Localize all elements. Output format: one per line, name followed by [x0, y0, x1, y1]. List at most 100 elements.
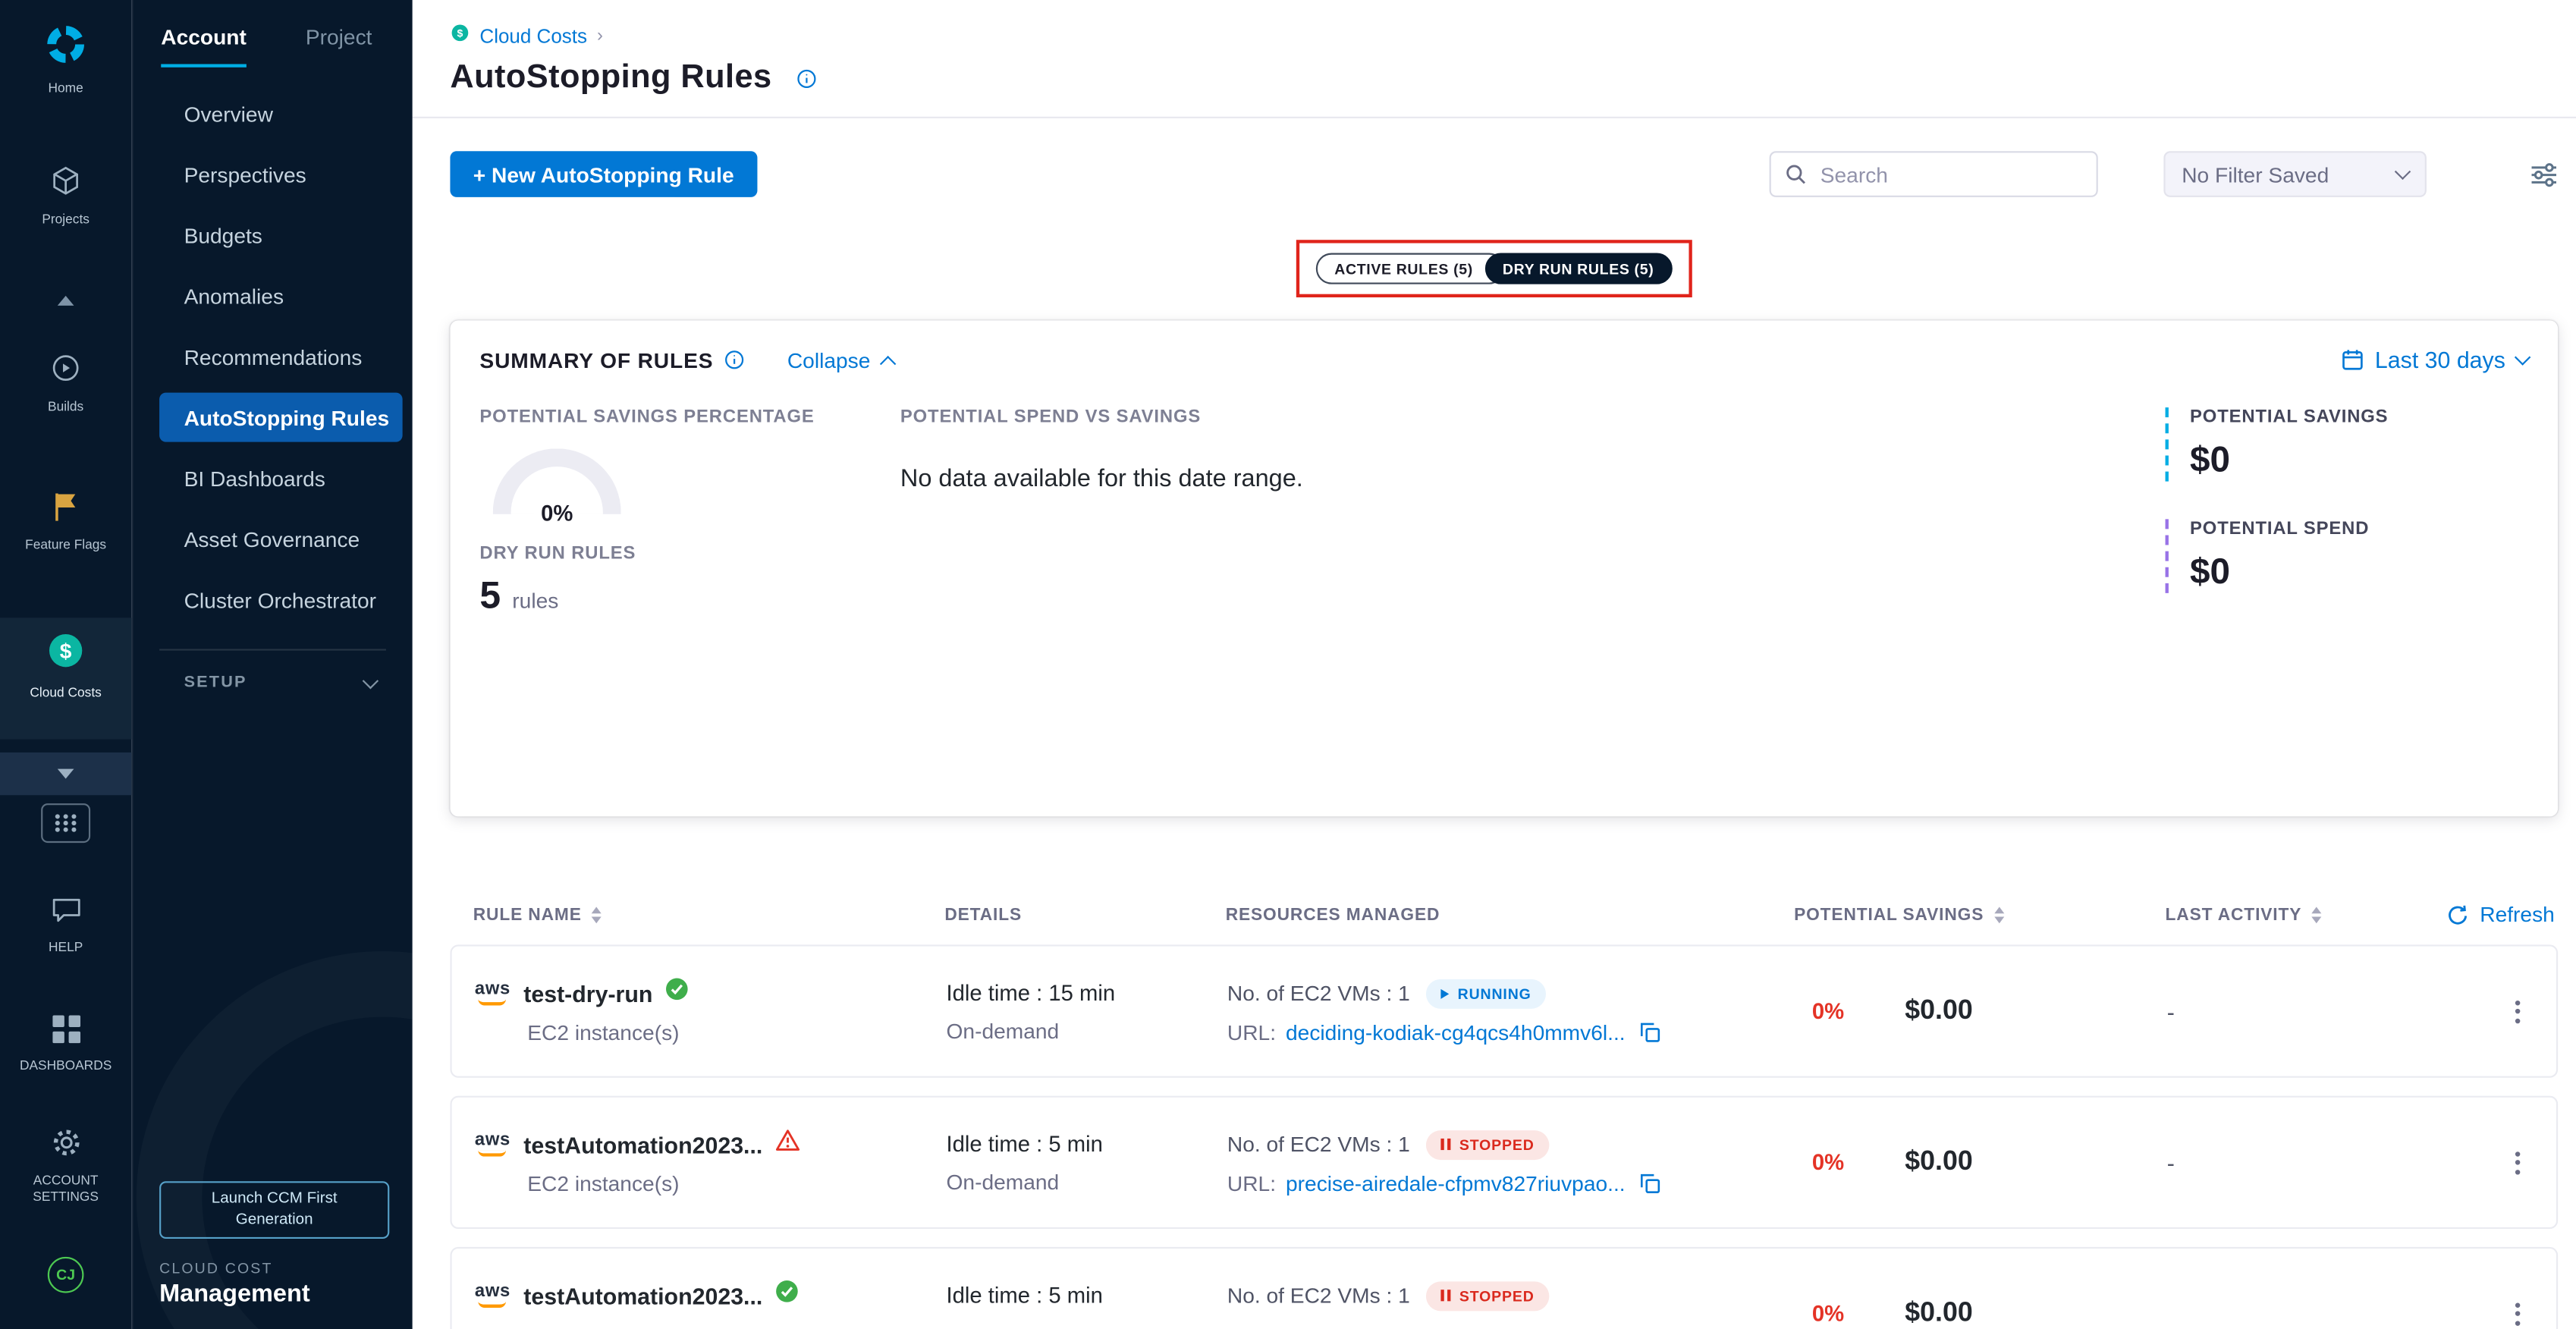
- sidebar-item-budgets[interactable]: Budgets: [159, 210, 403, 259]
- module-grid-icon: [41, 803, 90, 843]
- nav-feature-flags[interactable]: Feature Flags: [0, 489, 131, 553]
- collapse-toggle[interactable]: Collapse: [787, 347, 894, 372]
- sidebar-item-perspectives[interactable]: Perspectives: [159, 149, 403, 199]
- divider: [159, 649, 386, 650]
- kebab-menu-icon[interactable]: [2508, 1296, 2527, 1329]
- chevron-up-icon: [879, 355, 895, 371]
- table-row[interactable]: aws testAutomation2023... Idle time : 5 …: [450, 1247, 2558, 1329]
- nav-help[interactable]: HELP: [0, 897, 131, 957]
- copy-icon[interactable]: [1640, 1172, 1661, 1193]
- rule-url-link[interactable]: deciding-kodiak-cg4qcs4h0mmv6l...: [1286, 1020, 1626, 1044]
- sidenav-footer: Launch CCM First Generation CLOUD COST M…: [133, 1182, 412, 1329]
- sidebar-item-bi-dashboards[interactable]: BI Dashboards: [159, 454, 403, 503]
- user-menu[interactable]: CJ: [0, 1255, 131, 1295]
- sidebar-item-overview[interactable]: Overview: [159, 89, 403, 138]
- sort-icon[interactable]: [1993, 906, 2003, 922]
- app-root: Home Projects Builds Feature Flags $ Clo…: [0, 0, 2576, 1329]
- kebab-menu-icon[interactable]: [2508, 1144, 2527, 1180]
- potential-savings-value: $0: [2190, 438, 2528, 481]
- col-details: DETAILS: [944, 904, 1225, 924]
- sidebar-item-anomalies[interactable]: Anomalies: [159, 271, 403, 320]
- nav-account-settings-label: ACCOUNT SETTINGS: [14, 1173, 116, 1205]
- sort-icon[interactable]: [592, 906, 602, 922]
- setup-section-toggle[interactable]: SETUP: [184, 674, 376, 692]
- savings-percentage-gauge: 0%: [493, 448, 621, 514]
- col-last-activity[interactable]: LAST ACTIVITY: [2166, 904, 2415, 924]
- rule-url-link[interactable]: precise-airedale-cfpmv827riuvpao...: [1286, 1170, 1626, 1195]
- help-chat-icon: [50, 897, 81, 930]
- rule-type: EC2 instance(s): [527, 1171, 946, 1195]
- cloud-costs-mini-icon: $: [450, 23, 470, 47]
- rules-table: RULE NAME DETAILS RESOURCES MANAGED POTE…: [450, 816, 2558, 1329]
- dry-run-unit: rules: [512, 588, 558, 612]
- nav-home[interactable]: Home: [0, 23, 131, 96]
- vm-count: No. of EC2 VMs : 1: [1227, 1283, 1410, 1308]
- nav-cloud-costs[interactable]: $ Cloud Costs: [0, 631, 131, 702]
- rail-scroll-up[interactable]: [0, 293, 131, 309]
- pause-icon: [1441, 1139, 1451, 1150]
- breadcrumb-cloud-costs[interactable]: Cloud Costs: [479, 24, 587, 46]
- new-autostopping-rule-button[interactable]: + New AutoStopping Rule: [450, 151, 757, 197]
- module-picker-button[interactable]: [0, 802, 131, 844]
- info-icon[interactable]: [725, 350, 745, 369]
- saved-filter-value: No Filter Saved: [2182, 162, 2329, 186]
- date-range-picker[interactable]: Last 30 days: [2340, 347, 2528, 373]
- nav-dashboards[interactable]: DASHBOARDS: [0, 1015, 131, 1074]
- main-content: $ Cloud Costs › AutoStopping Rules + New…: [413, 0, 2576, 1329]
- status-badge: STOPPED: [1427, 1280, 1550, 1310]
- launch-ccm-first-gen-button[interactable]: Launch CCM First Generation: [159, 1182, 389, 1239]
- svg-text:$: $: [457, 27, 463, 39]
- nav-projects[interactable]: Projects: [0, 165, 131, 228]
- idle-time: Idle time : 15 min: [947, 980, 1227, 1007]
- saved-filter-dropdown[interactable]: No Filter Saved: [2163, 151, 2427, 197]
- sidebar-item-cluster-orchestrator[interactable]: Cluster Orchestrator: [159, 575, 403, 624]
- aws-icon: aws: [475, 981, 510, 1005]
- tab-account[interactable]: Account: [161, 24, 247, 67]
- no-data-message: No data available for this date range.: [900, 465, 2166, 493]
- warning-icon: [776, 1129, 800, 1160]
- col-rule-name[interactable]: RULE NAME: [473, 904, 945, 924]
- sidebar-item-asset-governance[interactable]: Asset Governance: [159, 514, 403, 564]
- potential-spend-stat: POTENTIAL SPEND $0: [2166, 519, 2529, 592]
- chevron-down-icon: [2515, 349, 2530, 365]
- feature-flags-icon: [51, 489, 80, 527]
- table-row[interactable]: aws testAutomation2023... EC2 instance(s…: [450, 1096, 2558, 1229]
- savings-percentage-label: POTENTIAL SAVINGS PERCENTAGE: [479, 407, 900, 427]
- savings-amount: $0.00: [1905, 1147, 1972, 1178]
- collapse-label: Collapse: [787, 347, 871, 372]
- col-potential-savings[interactable]: POTENTIAL SAVINGS: [1794, 904, 2165, 924]
- rail-scroll-down[interactable]: [0, 752, 131, 795]
- nav-dashboards-label: DASHBOARDS: [20, 1058, 112, 1075]
- toolbar: + New AutoStopping Rule No Filter Saved: [413, 118, 2576, 197]
- pause-icon: [1441, 1290, 1451, 1301]
- sort-icon[interactable]: [2311, 906, 2321, 922]
- info-icon[interactable]: [796, 68, 816, 88]
- savings-amount: $0.00: [1905, 995, 1972, 1026]
- chevron-down-icon: [2395, 164, 2411, 180]
- search-input[interactable]: [1770, 151, 2098, 197]
- dry-run-rules-tab[interactable]: DRY RUN RULES (5): [1484, 253, 1672, 284]
- status-badge: RUNNING: [1427, 979, 1547, 1008]
- status-badge: STOPPED: [1427, 1129, 1550, 1159]
- active-rules-tab[interactable]: ACTIVE RULES (5): [1316, 253, 1504, 284]
- sidenav-menu: Overview Perspectives Budgets Anomalies …: [133, 89, 412, 624]
- nav-account-settings[interactable]: ACCOUNT SETTINGS: [0, 1127, 131, 1206]
- filter-panel-icon[interactable]: [2530, 162, 2558, 186]
- chevron-up-icon: [58, 296, 74, 306]
- fulfilment: On-demand: [947, 1169, 1227, 1193]
- tab-project[interactable]: Project: [306, 24, 372, 67]
- success-icon: [666, 978, 689, 1009]
- sidebar-item-recommendations[interactable]: Recommendations: [159, 331, 403, 381]
- kebab-menu-icon[interactable]: [2508, 993, 2527, 1029]
- avatar[interactable]: CJ: [48, 1257, 84, 1293]
- copy-icon[interactable]: [1640, 1021, 1661, 1042]
- rule-type: EC2 instance(s): [527, 1020, 946, 1045]
- table-row[interactable]: aws test-dry-run EC2 instance(s) Idle ti…: [450, 944, 2558, 1077]
- sidebar-item-autostopping-rules[interactable]: AutoStopping Rules: [159, 393, 403, 442]
- fulfilment: On-demand: [947, 1018, 1227, 1042]
- savings-percent: 0%: [1812, 1150, 1844, 1174]
- nav-builds[interactable]: Builds: [0, 351, 131, 415]
- summary-card-body: POTENTIAL SAVINGS PERCENTAGE 0% DRY RUN …: [479, 407, 2528, 631]
- refresh-button[interactable]: Refresh: [2415, 902, 2558, 926]
- dry-run-rules-label: DRY RUN RULES: [479, 544, 900, 564]
